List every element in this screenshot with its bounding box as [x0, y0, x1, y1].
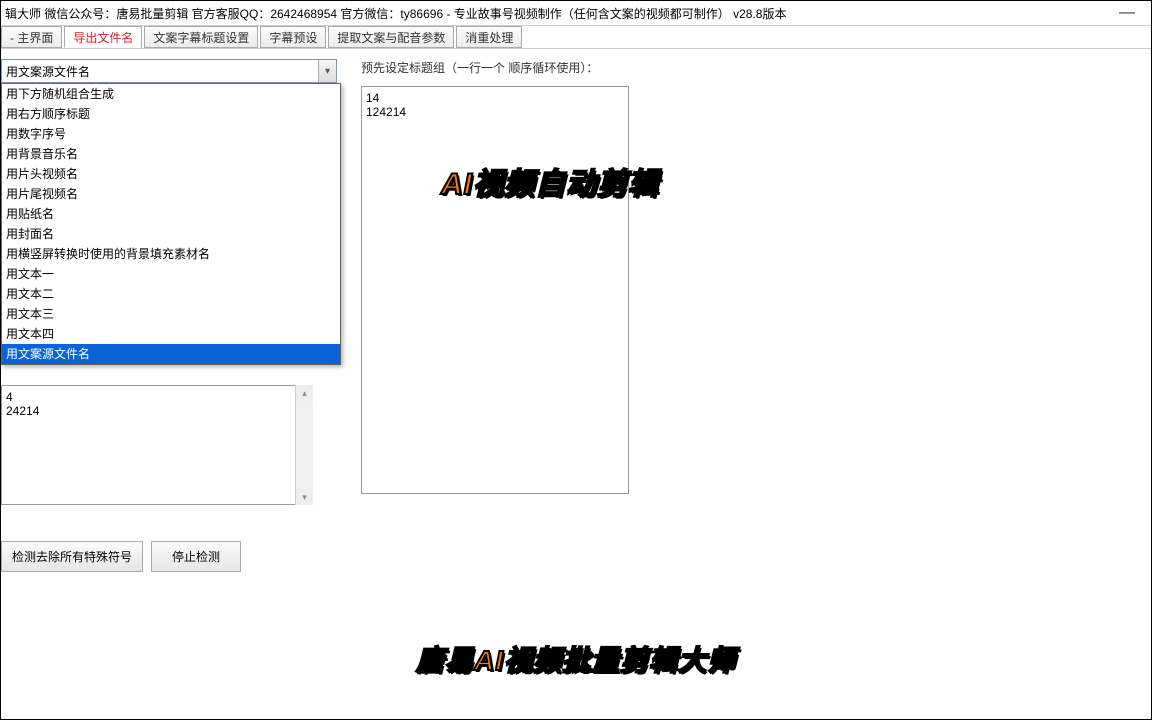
- combo-option[interactable]: 用下方随机组合生成: [2, 84, 340, 104]
- scrollbar[interactable]: ▴ ▾: [295, 385, 313, 505]
- minimize-button[interactable]: —: [1107, 4, 1147, 22]
- combo-option[interactable]: 用横竖屏转换时使用的背景填充素材名: [2, 244, 340, 264]
- left-textarea[interactable]: [1, 385, 313, 505]
- combo-option[interactable]: 用右方顺序标题: [2, 104, 340, 124]
- scroll-up-icon[interactable]: ▴: [296, 385, 313, 401]
- tab-0[interactable]: - 主界面: [1, 26, 62, 48]
- combo-option[interactable]: 用文案源文件名: [2, 344, 340, 364]
- right-column: 预先设定标题组（一行一个 顺序循环使用）：: [361, 59, 629, 499]
- combo-option[interactable]: 用片头视频名: [2, 164, 340, 184]
- filename-source-combo[interactable]: ▾: [1, 59, 337, 83]
- tab-4[interactable]: 提取文案与配音参数: [328, 26, 454, 48]
- button-row: 检测去除所有特殊符号 停止检测: [1, 541, 241, 572]
- combo-option[interactable]: 用文本三: [2, 304, 340, 324]
- tab-5[interactable]: 消重处理: [456, 26, 522, 48]
- combo-option[interactable]: 用数字序号: [2, 124, 340, 144]
- stop-check-button[interactable]: 停止检测: [151, 541, 241, 572]
- tabs: - 主界面导出文件名文案字幕标题设置字幕预设提取文案与配音参数消重处理: [1, 25, 1151, 49]
- combo-dropdown[interactable]: 用下方随机组合生成用右方顺序标题用数字序号用背景音乐名用片头视频名用片尾视频名用…: [1, 83, 341, 365]
- combo-option[interactable]: 用片尾视频名: [2, 184, 340, 204]
- combo-option[interactable]: 用文本一: [2, 264, 340, 284]
- combo-option[interactable]: 用文本二: [2, 284, 340, 304]
- combo-option[interactable]: 用背景音乐名: [2, 144, 340, 164]
- combo-option[interactable]: 用封面名: [2, 224, 340, 244]
- scroll-down-icon[interactable]: ▾: [296, 489, 313, 505]
- combo-option[interactable]: 用贴纸名: [2, 204, 340, 224]
- title-text: 辑大师 微信公众号：唐易批量剪辑 官方客服QQ：2642468954 官方微信：…: [5, 5, 786, 22]
- chevron-down-icon[interactable]: ▾: [318, 60, 336, 82]
- combo-input[interactable]: [2, 60, 318, 82]
- content-area: ▾ 用下方随机组合生成用右方顺序标题用数字序号用背景音乐名用片头视频名用片尾视频…: [1, 49, 1151, 719]
- combo-option[interactable]: 用文本四: [2, 324, 340, 344]
- title-group-textarea[interactable]: [361, 86, 629, 494]
- check-remove-button[interactable]: 检测去除所有特殊符号: [1, 541, 143, 572]
- left-column: ▾ 用下方随机组合生成用右方顺序标题用数字序号用背景音乐名用片头视频名用片尾视频…: [1, 59, 337, 83]
- right-label: 预先设定标题组（一行一个 顺序循环使用）：: [361, 59, 629, 76]
- tab-2[interactable]: 文案字幕标题设置: [144, 26, 258, 48]
- titlebar: 辑大师 微信公众号：唐易批量剪辑 官方客服QQ：2642468954 官方微信：…: [1, 1, 1151, 25]
- tab-1[interactable]: 导出文件名: [64, 26, 142, 48]
- tab-3[interactable]: 字幕预设: [260, 26, 326, 48]
- overlay-caption-2: 唐易AI视频批量剪辑大师: [416, 639, 736, 679]
